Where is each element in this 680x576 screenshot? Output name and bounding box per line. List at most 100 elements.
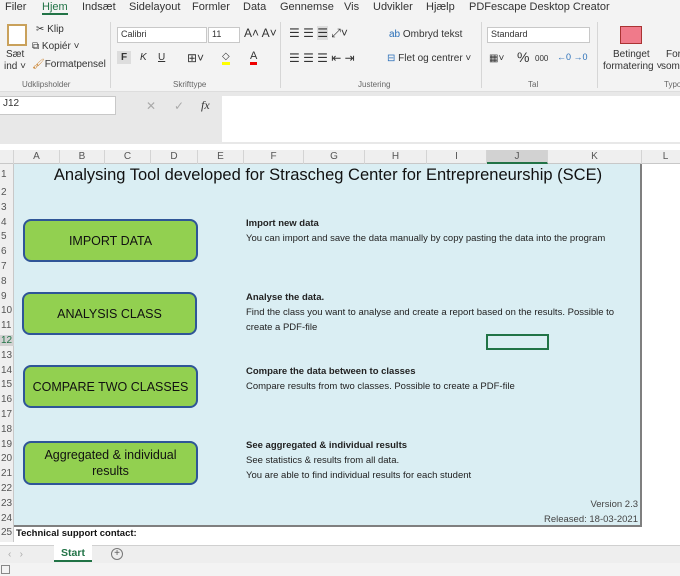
name-box[interactable]: J12 [0,96,116,115]
row-number[interactable]: 18 [0,424,14,435]
row-number[interactable]: 23 [0,498,14,509]
tab-vis[interactable]: Vis [344,1,359,13]
divider [280,22,281,88]
divider [481,22,482,88]
fill-color-icon[interactable]: ◇ [222,51,230,65]
bold-button[interactable]: F [117,51,132,64]
row-number[interactable]: 4 [0,217,14,228]
currency-icon[interactable]: ▦˅ [489,53,504,64]
grow-font-icon[interactable]: A˄ A˅ [244,26,277,40]
row-number[interactable]: 13 [0,350,14,361]
add-sheet-button[interactable]: + [111,548,123,560]
row-number[interactable]: 1 [0,169,14,180]
col-e[interactable]: E [198,150,244,164]
row-number[interactable]: 2 [0,187,14,198]
row-number[interactable]: 24 [0,513,14,524]
wrap-text-button[interactable]: ab Ombryd tekst [389,29,462,40]
col-b[interactable]: B [60,150,105,164]
row-number[interactable]: 5 [0,231,14,242]
col-a[interactable]: A [14,150,60,164]
tab-hjaelp[interactable]: Hjælp [426,1,455,13]
import-data-button[interactable]: IMPORT DATA [23,219,198,262]
paste-button[interactable]: Sæt [6,49,24,60]
row-number[interactable]: 3 [0,202,14,213]
italic-button[interactable]: K [140,52,147,63]
font-size-select[interactable]: 11 [208,27,240,43]
vertical-align-icons[interactable]: ☰ ☰ ☰ ⤢˅ [289,26,348,41]
thousands-button[interactable]: 000 [535,54,548,63]
aggregated-results-button[interactable]: Aggregated & individual results [23,441,198,485]
underline-button[interactable]: U [158,52,165,63]
font-name-select[interactable]: Calibri [117,27,207,43]
paste-dropdown[interactable]: ind ˅ [4,61,26,72]
analyse-heading: Analyse the data. [246,292,325,303]
number-format-select[interactable]: Standard [487,27,590,43]
tab-udvikler[interactable]: Udvikler [373,1,413,13]
row-number[interactable]: 25 [0,527,14,538]
tab-filer[interactable]: Filer [5,1,26,13]
conditional-formatting-dropdown[interactable]: formatering ˅ [603,61,662,72]
select-all[interactable] [0,150,14,164]
aggregated-description-2: You are able to find individual results … [246,470,472,481]
percent-button[interactable]: % [517,49,529,65]
ribbon: Sæt ind ˅ ✂ Klip ⧉ Kopiér ˅ 🖌Formatpense… [0,18,680,92]
row-number[interactable]: 17 [0,409,14,420]
conditional-formatting-icon[interactable] [620,26,642,44]
row-number[interactable]: 11 [0,320,14,331]
row-number[interactable]: 15 [0,379,14,390]
cut-button[interactable]: ✂ Klip [36,24,64,35]
analysis-class-button[interactable]: ANALYSIS CLASS [22,292,197,335]
copy-button[interactable]: ⧉ Kopiér ˅ [32,41,79,52]
import-description: You can import and save the data manuall… [246,233,606,244]
tab-data[interactable]: Data [243,1,266,13]
col-g[interactable]: G [304,150,365,164]
enter-icon[interactable]: ✓ [174,99,184,113]
macro-record-icon[interactable] [1,565,10,574]
clipboard-group-label: Udklipsholder [22,80,71,89]
cancel-icon[interactable]: ✕ [146,99,156,113]
format-as-table-button[interactable]: For [666,49,680,60]
function-button[interactable]: fx [201,98,210,113]
row-number[interactable]: 20 [0,453,14,464]
col-f[interactable]: F [244,150,304,164]
borders-icon[interactable]: ⊞˅ [187,51,204,65]
row-number[interactable]: 6 [0,246,14,257]
copy-icon: ⧉ [32,41,42,52]
format-painter-button[interactable]: 🖌Formatpensel [32,59,106,70]
selected-cell-j12[interactable] [486,334,549,350]
row-number[interactable]: 9 [0,291,14,302]
row-number[interactable]: 19 [0,439,14,450]
conditional-formatting-button[interactable]: Betinget [613,49,650,60]
sheet-tab-start[interactable]: Start [54,545,92,562]
row-number[interactable]: 22 [0,483,14,494]
tab-gennemse[interactable]: Gennemse [280,1,334,13]
row-number[interactable]: 12 [0,335,14,346]
tab-indsaet[interactable]: Indsæt [82,1,116,13]
row-number[interactable]: 8 [0,276,14,287]
tab-sidelayout[interactable]: Sidelayout [129,1,180,13]
tab-pdfescape[interactable]: PDFescape Desktop Creator [469,1,610,13]
compare-two-classes-button[interactable]: COMPARE TWO CLASSES [23,365,198,408]
tab-formler[interactable]: Formler [192,1,230,13]
col-c[interactable]: C [105,150,151,164]
col-j[interactable]: J [487,150,548,164]
col-k[interactable]: K [548,150,642,164]
row-number[interactable]: 14 [0,365,14,376]
scroll-tabs-icons[interactable]: ‹ › [8,549,23,560]
row-number[interactable]: 21 [0,468,14,479]
decimal-icons[interactable]: ←0 →0 [557,52,588,62]
row-number[interactable]: 7 [0,261,14,272]
row-number[interactable]: 16 [0,394,14,405]
font-color-icon[interactable]: A [250,50,258,65]
formula-input[interactable] [222,96,680,142]
horizontal-align-icons[interactable]: ☰ ☰ ☰ ⇤ ⇥ [289,51,355,65]
row-number[interactable]: 10 [0,305,14,316]
paste-icon[interactable] [7,24,27,46]
number-group-label: Tal [528,80,539,89]
col-l[interactable]: L [642,150,680,164]
merge-center-button[interactable]: ⊟ Flet og centrer ˅ [387,53,471,64]
col-i[interactable]: I [427,150,487,164]
tab-hjem[interactable]: Hjem [42,1,68,15]
col-h[interactable]: H [365,150,427,164]
col-d[interactable]: D [151,150,198,164]
